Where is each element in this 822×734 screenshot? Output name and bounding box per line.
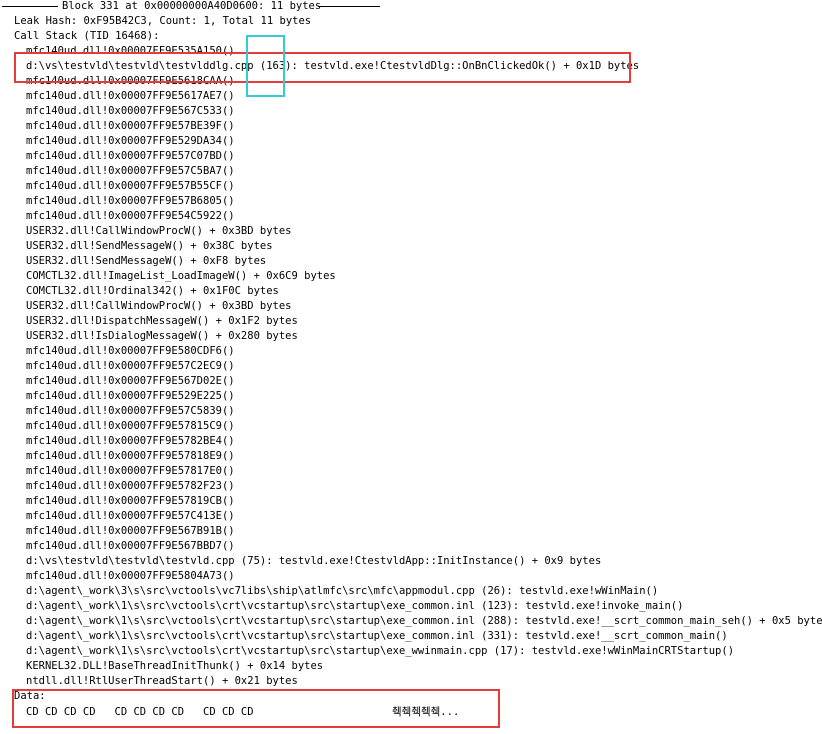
stack-frame: d:\vs\testvld\testvld\testvlddlg.cpp (16… — [26, 60, 640, 72]
stack-frame: mfc140ud.dll!0x00007FF9E529DA34() — [26, 135, 235, 147]
stack-frame: mfc140ud.dll!0x00007FF9E57B6805() — [26, 195, 235, 207]
stack-frame: d:\agent\_work\1\s\src\vctools\crt\vcsta… — [26, 630, 728, 642]
stack-frame: COMCTL32.dll!Ordinal342() + 0x1F0C bytes — [26, 285, 279, 297]
stack-frame: mfc140ud.dll!0x00007FF9E57815C9() — [26, 420, 235, 432]
stack-frame: USER32.dll!SendMessageW() + 0xF8 bytes — [26, 255, 267, 267]
stack-frame: mfc140ud.dll!0x00007FF9E57B55CF() — [26, 180, 235, 192]
stack-frame: mfc140ud.dll!0x00007FF9E5804A73() — [26, 570, 235, 582]
stack-frame: USER32.dll!IsDialogMessageW() + 0x280 by… — [26, 330, 298, 342]
stack-frame: mfc140ud.dll!0x00007FF9E57818E9() — [26, 450, 235, 462]
stack-frame: mfc140ud.dll!0x00007FF9E57817E0() — [26, 465, 235, 477]
stack-frame: d:\vs\testvld\testvld\testvld.cpp (75): … — [26, 555, 602, 567]
stack-frame: ntdll.dll!RtlUserThreadStart() + 0x21 by… — [26, 675, 298, 687]
stack-frame: USER32.dll!SendMessageW() + 0x38C bytes — [26, 240, 273, 252]
stack-frame: mfc140ud.dll!0x00007FF9E57C5BA7() — [26, 165, 235, 177]
stack-frame: mfc140ud.dll!0x00007FF9E57819CB() — [26, 495, 235, 507]
stack-frame: mfc140ud.dll!0x00007FF9E57C2EC9() — [26, 360, 235, 372]
stack-frame: USER32.dll!CallWindowProcW() + 0x3BD byt… — [26, 225, 292, 237]
stack-frame: mfc140ud.dll!0x00007FF9E54C5922() — [26, 210, 235, 222]
stack-frame: mfc140ud.dll!0x00007FF9E5618CAA() — [26, 75, 235, 87]
call-stack-label: Call Stack (TID 16468): — [14, 30, 160, 42]
stack-frame: d:\agent\_work\1\s\src\vctools\crt\vcsta… — [26, 615, 822, 627]
stack-frame: mfc140ud.dll!0x00007FF9E5617AE7() — [26, 90, 235, 102]
data-hex-bytes: CD CD CD CD CD CD CD CD CD CD CD — [26, 706, 254, 718]
stack-frame: KERNEL32.DLL!BaseThreadInitThunk() + 0x1… — [26, 660, 324, 672]
leak-hash: Leak Hash: 0xF95B42C3, Count: 1, Total 1… — [14, 15, 312, 27]
header-rule-right — [318, 6, 380, 7]
stack-frame: d:\agent\_work\1\s\src\vctools\crt\vcsta… — [26, 645, 735, 657]
stack-frame: mfc140ud.dll!0x00007FF9E5782BE4() — [26, 435, 235, 447]
stack-frame: USER32.dll!DispatchMessageW() + 0x1F2 by… — [26, 315, 298, 327]
stack-frame: mfc140ud.dll!0x00007FF9E529E225() — [26, 390, 235, 402]
stack-frame: mfc140ud.dll!0x00007FF9E57C5839() — [26, 405, 235, 417]
stack-frame: mfc140ud.dll!0x00007FF9E567B91B() — [26, 525, 235, 537]
stack-frame: d:\agent\_work\3\s\src\vctools\vc7libs\s… — [26, 585, 659, 597]
data-ascii: 췍췍췍췍췍... — [392, 706, 460, 718]
stack-frame: mfc140ud.dll!0x00007FF9E57BE39F() — [26, 120, 235, 132]
stack-frame: mfc140ud.dll!0x00007FF9E5782F23() — [26, 480, 235, 492]
stack-frame: d:\agent\_work\1\s\src\vctools\crt\vcsta… — [26, 600, 684, 612]
stack-frame: mfc140ud.dll!0x00007FF9E567D02E() — [26, 375, 235, 387]
stack-frame: mfc140ud.dll!0x00007FF9E57C07BD() — [26, 150, 235, 162]
stack-frame: mfc140ud.dll!0x00007FF9E567BBD7() — [26, 540, 235, 552]
stack-frame: mfc140ud.dll!0x00007FF9E535A150() — [26, 45, 235, 57]
stack-frame: mfc140ud.dll!0x00007FF9E580CDF6() — [26, 345, 235, 357]
stack-frame: COMCTL32.dll!ImageList_LoadImageW() + 0x… — [26, 270, 336, 282]
data-label: Data: — [14, 690, 46, 702]
block-title: Block 331 at 0x00000000A40D0600: 11 byte… — [62, 0, 322, 12]
header-rule-left — [2, 6, 58, 7]
stack-frame: mfc140ud.dll!0x00007FF9E57C413E() — [26, 510, 235, 522]
stack-frame: mfc140ud.dll!0x00007FF9E567C533() — [26, 105, 235, 117]
stack-frame: USER32.dll!CallWindowProcW() + 0x3BD byt… — [26, 300, 292, 312]
